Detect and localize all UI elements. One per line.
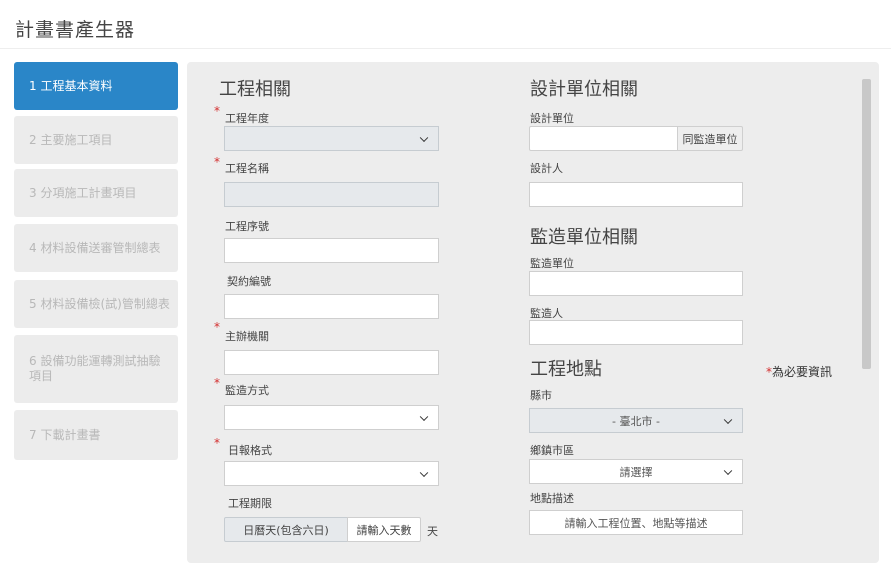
step-3-sub-items[interactable]: 3 分項施工計畫項目 [14,169,178,217]
report-format-select[interactable] [224,461,439,486]
project-name-field[interactable] [224,182,439,207]
agency-label: 主辦機關 [225,330,269,343]
project-name-label: 工程名稱 [225,162,269,175]
chevron-down-icon [723,466,733,475]
period-type-display: 日曆天(包含六日) [224,517,348,542]
district-label: 鄉鎮市區 [530,444,574,457]
design-unit-label: 設計單位 [530,112,574,125]
county-value: - 臺北市 - [612,414,660,428]
step-5-material-test[interactable]: 5 材料設備檢(試)管制總表 [14,280,178,328]
period-label: 工程期限 [228,497,272,510]
district-select[interactable]: 請選擇 [529,459,743,484]
location-desc-label: 地點描述 [530,492,574,505]
chevron-down-icon [419,133,429,142]
section-title-design: 設計單位相關 [530,79,638,100]
required-marker: * [214,155,220,169]
contract-number-field[interactable] [224,294,439,319]
supervisor-unit-field[interactable] [529,271,743,296]
project-year-select[interactable] [224,126,439,151]
supervision-method-select[interactable] [224,405,439,430]
section-title-project: 工程相關 [219,79,291,100]
supervisor-unit-label: 監造單位 [530,257,574,270]
step-4-material-review[interactable]: 4 材料設備送審管制總表 [14,224,178,272]
required-marker: * [214,376,220,390]
supervisor-person-field[interactable] [529,320,743,345]
section-title-location: 工程地點 [530,359,602,380]
project-year-label: 工程年度 [225,112,269,125]
section-title-supervisor: 監造單位相關 [530,227,638,248]
required-note-text: 為必要資訊 [772,365,833,379]
required-marker: * [214,104,220,118]
period-unit: 天 [427,525,438,538]
panel-scrollbar[interactable] [862,79,871,369]
designer-label: 設計人 [530,162,563,175]
step-1-basic-info[interactable]: 1 工程基本資料 [14,62,178,110]
period-days-button[interactable]: 請輸入天數 [347,517,421,542]
title-divider [0,48,891,49]
project-serial-field[interactable] [224,238,439,263]
required-marker: * [214,320,220,334]
designer-field[interactable] [529,182,743,207]
supervisor-person-label: 監造人 [530,307,563,320]
location-desc-placeholder: 請輸入工程位置、地點等描述 [564,516,708,530]
chevron-down-icon [419,468,429,477]
required-marker: * [214,436,220,450]
step-7-download[interactable]: 7 下載計畫書 [14,410,178,460]
supervision-method-label: 監造方式 [225,384,269,397]
county-label: 縣市 [530,389,552,402]
chevron-down-icon [419,412,429,421]
required-note: *為必要資訊 [766,363,832,380]
agency-field[interactable] [224,350,439,375]
location-desc-field[interactable]: 請輸入工程位置、地點等描述 [529,510,743,535]
district-value: 請選擇 [619,465,653,479]
report-format-label: 日報格式 [228,444,272,457]
contract-number-label: 契約編號 [227,275,271,288]
app-title: 計畫書產生器 [15,19,136,41]
same-as-supervisor-button[interactable]: 同監造單位 [677,126,743,151]
project-serial-label: 工程序號 [225,220,269,233]
chevron-down-icon [723,415,733,424]
design-unit-field[interactable] [529,126,678,151]
county-select[interactable]: - 臺北市 - [529,408,743,433]
step-6-function-test[interactable]: 6 設備功能運轉測試抽驗項目 [14,335,178,403]
step-2-main-items[interactable]: 2 主要施工項目 [14,116,178,164]
